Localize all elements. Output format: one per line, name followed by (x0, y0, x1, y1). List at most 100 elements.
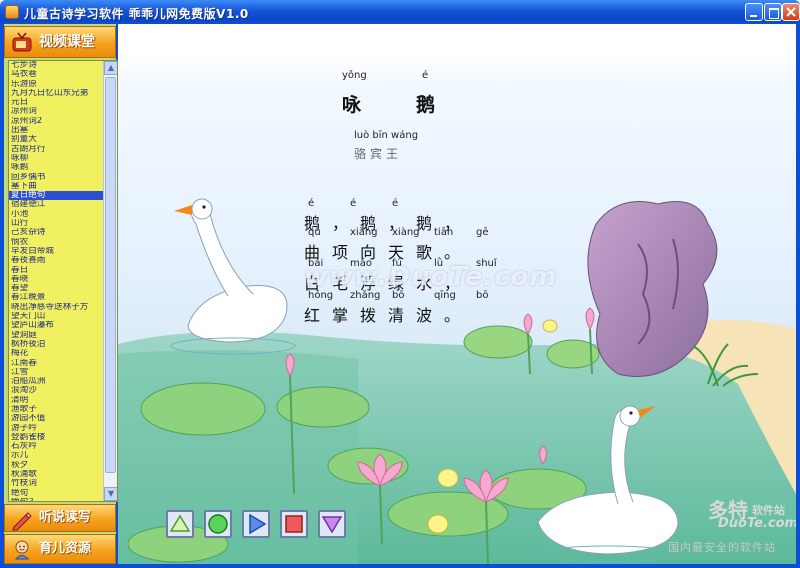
close-button[interactable] (782, 3, 800, 21)
brand-watermark: 多特 软件站 DuoTe.com 国内最安全的软件站 (668, 494, 796, 564)
poem-list-item[interactable]: 石灰吟 (9, 442, 103, 451)
poem-list-item[interactable]: 登鹳雀楼 (9, 433, 103, 442)
poem-list-item[interactable]: 春日 (9, 266, 103, 275)
poem-stage: yǒng é 咏 鹅 luò bīn wáng 骆宾王 é é é 鹅，鹅，鹅， qū x… (118, 24, 796, 564)
poem-list-item[interactable]: 己亥杂诗 (9, 228, 103, 237)
poem-list-item[interactable]: 小池 (9, 210, 103, 219)
poem-list-item[interactable]: 游园不值 (9, 414, 103, 423)
poem-list-item[interactable]: 示儿 (9, 451, 103, 460)
title-pinyin-2: é (422, 70, 429, 81)
poem-list-item[interactable]: 春晓 (9, 275, 103, 284)
window-title: 儿童古诗学习软件 乖乖儿网免费版V1.0 (24, 7, 249, 21)
tv-icon (12, 32, 32, 52)
line-pinyin: xiàng (392, 227, 420, 238)
title-pinyin-1: yǒng (342, 70, 367, 81)
scroll-up-icon[interactable]: ▲ (104, 61, 117, 75)
poem-list-item[interactable]: 山行 (9, 219, 103, 228)
poem-list-item[interactable]: 秋浦歌 (9, 470, 103, 479)
line-pinyin: gē (476, 227, 489, 238)
poem-list-item[interactable]: 乐游原 (9, 80, 103, 89)
record-button[interactable] (204, 510, 232, 538)
parenting-resources-label: 育儿资源 (39, 541, 92, 556)
author-pinyin: luò bīn wáng (354, 130, 419, 141)
list-scrollbar[interactable]: ▲ ▼ (103, 61, 117, 501)
poem-list-item[interactable]: 元日 (9, 98, 103, 107)
poem-list-item[interactable]: 晓出净慈寺送林子方 (9, 303, 103, 312)
listen-read-write-label: 听说读写 (39, 510, 92, 525)
poem-list[interactable]: 七步诗 乌衣巷 乐游原 九月九日忆山东兄弟 元日 凉州词 凉州词2 出塞 别董大 古朗月行 咏柳 咏鹅… (8, 60, 118, 502)
poem-list-item[interactable]: 江雪 (9, 368, 103, 377)
child-icon (14, 540, 30, 560)
poem-list-item[interactable]: 望天门山 (9, 312, 103, 321)
play-icon (249, 513, 267, 535)
pencil-icon (12, 512, 32, 531)
poem-list-item[interactable]: 绝句 (9, 489, 103, 498)
poem-list-item[interactable]: 咏鹅 (9, 163, 103, 172)
line-pinyin: xiàng (350, 227, 378, 238)
poem-list-item[interactable]: 塞下曲 (9, 182, 103, 191)
poem-list-item[interactable]: 七步诗 (9, 61, 103, 70)
triangle-down-icon (321, 516, 343, 534)
up-button[interactable] (166, 510, 194, 538)
listen-read-write-button[interactable]: 听说读写 (4, 504, 116, 532)
poem-list-item[interactable]: 别董大 (9, 135, 103, 144)
poem-list-item[interactable]: 九月九日忆山东兄弟 (9, 89, 103, 98)
scroll-thumb[interactable] (105, 77, 116, 473)
poem-list-item[interactable]: 凉州词2 (9, 117, 103, 126)
line-pinyin: é (308, 198, 315, 209)
poem-list-item[interactable]: 泊船瓜洲 (9, 377, 103, 386)
poem-list-item[interactable]: 春望 (9, 284, 103, 293)
poem-list-item[interactable]: 清明 (9, 396, 103, 405)
poem-list-item[interactable]: 春夜喜雨 (9, 256, 103, 265)
play-button[interactable] (242, 510, 270, 538)
title-char-1: 咏 (342, 94, 363, 116)
poem-list-item[interactable]: 望庐山瀑布 (9, 321, 103, 330)
title-char-2: 鹅 (416, 94, 437, 116)
poem-list-item[interactable]: 枫桥夜泊 (9, 340, 103, 349)
triangle-up-icon (169, 514, 191, 532)
maximize-button[interactable] (764, 3, 782, 21)
brand-url: DuoTe.com (718, 516, 796, 531)
app-window: 儿童古诗学习软件 乖乖儿网免费版V1.0 视频课堂 七步诗 乌衣巷 乐游原 九月九日忆… (0, 0, 800, 568)
poem-list-item[interactable]: 夏日绝句 (9, 191, 103, 201)
poem-list-item[interactable]: 早发白帝城 (9, 247, 103, 256)
poem-list-item[interactable]: 宿建德江 (9, 200, 103, 209)
poem-list-item[interactable]: 渔歌子 (9, 405, 103, 414)
line-pinyin: é (392, 198, 399, 209)
poem-list-item[interactable]: 望洞庭 (9, 331, 103, 340)
close-icon (786, 7, 796, 17)
line-pinyin: é (350, 198, 357, 209)
video-class-label: 视频课堂 (39, 34, 95, 50)
sidebar: 视频课堂 七步诗 乌衣巷 乐游原 九月九日忆山东兄弟 元日 凉州词 凉州词2 出塞 别董大 古朗月… (4, 24, 118, 564)
poem-list-item[interactable]: 回乡偶书 (9, 173, 103, 182)
poem-list-item[interactable]: 乌衣巷 (9, 70, 103, 79)
video-class-button[interactable]: 视频课堂 (4, 26, 116, 58)
title-bar[interactable]: 儿童古诗学习软件 乖乖儿网免费版V1.0 (0, 0, 800, 24)
scroll-down-icon[interactable]: ▼ (104, 487, 117, 501)
poem-list-item[interactable]: 绝句2 (9, 498, 103, 501)
poem-list-item[interactable]: 秋夕 (9, 461, 103, 470)
poem-line: 红掌拨清波。 (304, 306, 473, 325)
poem-list-item[interactable]: 浪淘沙 (9, 386, 103, 395)
down-button[interactable] (318, 510, 346, 538)
poem-list-item[interactable]: 梅花 (9, 349, 103, 358)
watermark-text: www.DuoTe.com (304, 262, 558, 292)
poem-list-item[interactable]: 江南春 (9, 359, 103, 368)
parenting-resources-button[interactable]: 育儿资源 (4, 534, 116, 564)
poem-list-item[interactable]: 古朗月行 (9, 145, 103, 154)
poem-list-item[interactable]: 咏柳 (9, 154, 103, 163)
poem-list-item[interactable]: 悯农 (9, 238, 103, 247)
poem-list-item[interactable]: 出塞 (9, 126, 103, 135)
brand-tagline: 国内最安全的软件站 (668, 541, 776, 554)
poem-list-items: 七步诗 乌衣巷 乐游原 九月九日忆山东兄弟 元日 凉州词 凉州词2 出塞 别董大 古朗月行 咏柳 咏鹅… (9, 61, 103, 501)
circle-icon (208, 514, 228, 534)
stop-button[interactable] (280, 510, 308, 538)
stop-icon (285, 515, 303, 533)
poem-list-item[interactable]: 游子吟 (9, 424, 103, 433)
poem-list-item[interactable]: 春江晚景 (9, 293, 103, 302)
app-icon (5, 5, 19, 19)
poem-list-item[interactable]: 竹枝词 (9, 479, 103, 488)
minimize-button[interactable] (745, 3, 763, 21)
poem-list-item[interactable]: 凉州词 (9, 107, 103, 116)
line-pinyin: qū (308, 227, 321, 238)
